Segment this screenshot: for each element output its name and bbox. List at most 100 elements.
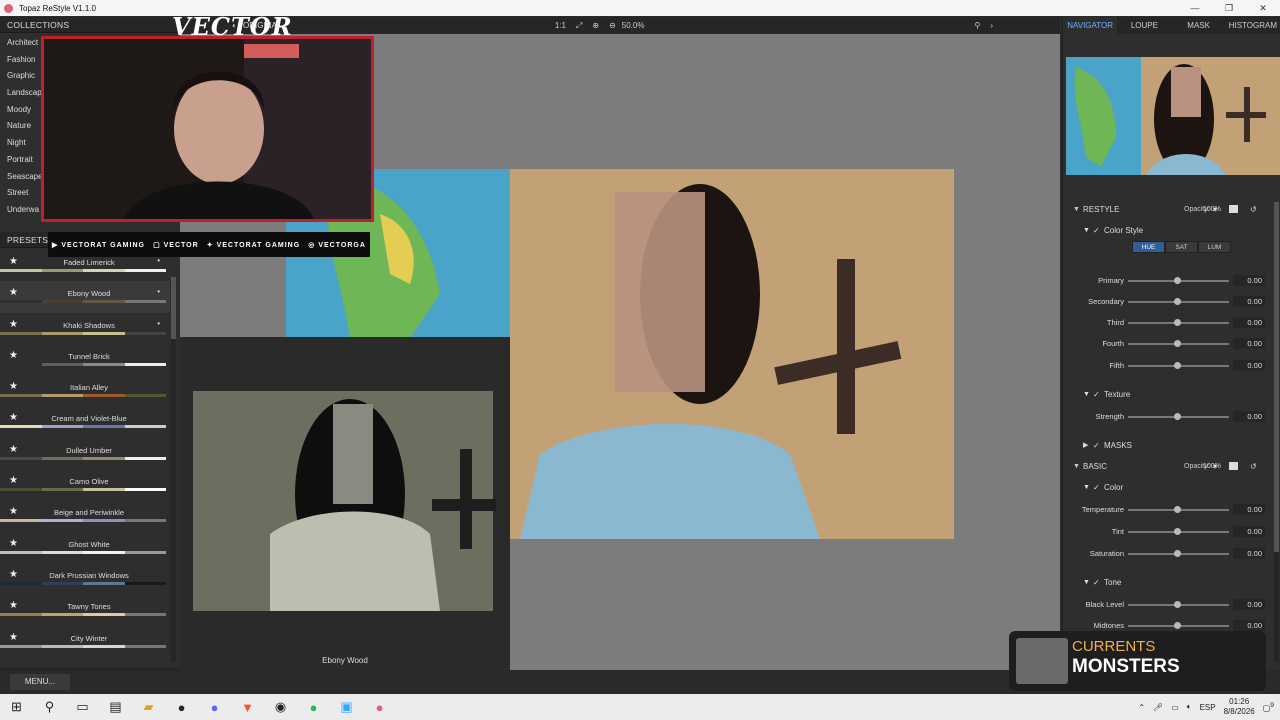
chevron-down-icon[interactable]: ▾	[1213, 462, 1217, 471]
app-icon[interactable]: ▤	[99, 694, 132, 720]
search-icon[interactable]: ⚲	[33, 694, 66, 720]
slider-knob[interactable]	[1174, 506, 1181, 513]
mask-toggle-icon[interactable]	[1229, 462, 1238, 470]
slider-value[interactable]: 0.00	[1233, 296, 1265, 307]
scroll-thumb[interactable]	[171, 277, 176, 339]
close-button[interactable]: ✕	[1246, 0, 1280, 16]
masks-section[interactable]: ▶ ✓ MASKS	[1083, 437, 1273, 453]
basic-section[interactable]: ▼ BASIC Opacity: 100% ▾ ↺	[1063, 457, 1273, 475]
notification-icon[interactable]: ▢9	[1263, 702, 1274, 713]
collections-header[interactable]: COLLECTIONS	[0, 17, 180, 33]
right-scrollbar[interactable]	[1274, 202, 1279, 662]
sat-button[interactable]: SAT	[1165, 241, 1198, 253]
slider-row[interactable]: Temperature 0.00	[1063, 503, 1273, 517]
favorite-star-icon[interactable]: ★	[9, 600, 18, 611]
task-view-icon[interactable]: ▭	[66, 694, 99, 720]
discord-icon[interactable]: ●	[198, 694, 231, 720]
slider-value[interactable]: 0.00	[1233, 338, 1265, 349]
slider-row[interactable]: Tint 0.00	[1063, 525, 1273, 539]
preset-item[interactable]: ★ Tunnel Brick	[0, 344, 170, 375]
fit-icon[interactable]: ⤢	[576, 21, 582, 31]
favorite-star-icon[interactable]: ★	[9, 569, 18, 580]
favorite-star-icon[interactable]: ★	[9, 632, 18, 643]
checkbox-icon[interactable]: ✓	[1093, 578, 1104, 587]
reset-icon[interactable]: ↺	[1250, 205, 1257, 214]
favorite-star-icon[interactable]: ★	[9, 538, 18, 549]
obs-icon[interactable]: ◉	[264, 694, 297, 720]
checkbox-icon[interactable]: ✓	[1093, 226, 1104, 235]
language-indicator[interactable]: ESP	[1200, 703, 1216, 712]
slider-row[interactable]: Fifth 0.00	[1063, 359, 1273, 373]
preset-item[interactable]: ★ Cream and Violet-Blue	[0, 406, 170, 437]
slider-value[interactable]: 0.00	[1233, 317, 1265, 328]
ratio-button[interactable]: 1:1	[555, 21, 566, 30]
tab-loupe[interactable]: LOUPE	[1117, 17, 1171, 34]
slider-knob[interactable]	[1174, 622, 1181, 629]
minimize-button[interactable]: —	[1178, 0, 1212, 16]
slider-value[interactable]: 0.00	[1233, 620, 1265, 631]
slider-knob[interactable]	[1174, 277, 1181, 284]
presets-scrollbar[interactable]	[171, 277, 176, 662]
photoshop-icon[interactable]: ▣	[330, 694, 363, 720]
chevron-right-icon[interactable]: ›	[990, 21, 993, 30]
tab-mask[interactable]: MASK	[1172, 17, 1226, 34]
folder-icon[interactable]: ▰	[132, 694, 165, 720]
collapse-icon[interactable]: ▼	[1083, 484, 1093, 491]
zoom-in-icon[interactable]: ⊕	[592, 21, 599, 30]
preset-item[interactable]: ★ Khaki Shadows •	[0, 313, 170, 344]
preset-item[interactable]: ★ Tawny Tones	[0, 594, 170, 625]
slider-value[interactable]: 0.00	[1233, 275, 1265, 286]
slider-row[interactable]: Secondary 0.00	[1063, 295, 1273, 309]
slider-row[interactable]: Black Level 0.00	[1063, 598, 1273, 612]
preset-item[interactable]: ★ Beige and Periwinkle	[0, 500, 170, 531]
favorite-star-icon[interactable]: ★	[9, 412, 18, 423]
favorite-star-icon[interactable]: ★	[9, 475, 18, 486]
zoom-out-icon[interactable]: ⊖	[609, 21, 616, 30]
color-section[interactable]: ▼ ✓ Color	[1083, 479, 1273, 495]
slider-knob[interactable]	[1174, 528, 1181, 535]
favorite-star-icon[interactable]: ★	[9, 256, 18, 267]
original-label[interactable]: ORIGINAL	[243, 21, 281, 30]
slider-value[interactable]: 0.00	[1233, 526, 1265, 537]
topaz-icon[interactable]: ●	[363, 694, 396, 720]
slider-knob[interactable]	[1174, 298, 1181, 305]
favorite-star-icon[interactable]: ★	[9, 381, 18, 392]
tab-histogram[interactable]: HISTOGRAM	[1226, 17, 1280, 34]
mic-icon[interactable]: 🎤︎	[1153, 703, 1163, 712]
menu-button[interactable]: MENU...	[10, 674, 70, 690]
favorite-star-icon[interactable]: ★	[9, 287, 18, 298]
checkbox-icon[interactable]: ✓	[1093, 441, 1104, 450]
chevron-up-icon[interactable]: ⌃	[1138, 703, 1145, 712]
collapse-icon[interactable]: ▼	[1073, 463, 1083, 470]
brave-icon[interactable]: ▼	[231, 694, 264, 720]
slider-knob[interactable]	[1174, 362, 1181, 369]
favorite-star-icon[interactable]: ★	[9, 506, 18, 517]
reset-icon[interactable]: ↺	[1250, 462, 1257, 471]
tab-navigator[interactable]: NAVIGATOR	[1063, 17, 1118, 34]
checkbox-icon[interactable]: ✓	[1093, 483, 1104, 492]
color-style-section[interactable]: ▼ ✓ Color Style	[1083, 222, 1273, 238]
favorite-star-icon[interactable]: ★	[9, 444, 18, 455]
slider-row[interactable]: Saturation 0.00	[1063, 547, 1273, 561]
slider-value[interactable]: 0.00	[1233, 411, 1265, 422]
preset-item[interactable]: ★ City Winter	[0, 626, 170, 648]
volume-icon[interactable]: 🔈︎	[1187, 702, 1192, 712]
collapse-icon[interactable]: ▼	[1073, 206, 1083, 213]
windows-start-icon[interactable]: ⊞	[0, 694, 33, 720]
favorite-star-icon[interactable]: ★	[9, 319, 18, 330]
slider-knob[interactable]	[1174, 550, 1181, 557]
checkbox-icon[interactable]: ✓	[1093, 390, 1104, 399]
slider-row[interactable]: Primary 0.00	[1063, 274, 1273, 288]
collapse-icon[interactable]: ▼	[1083, 227, 1093, 234]
strength-slider[interactable]: Strength 0.00	[1063, 410, 1273, 424]
preset-item[interactable]: ★ Dulled Umber	[0, 438, 170, 469]
spotify-icon[interactable]: ●	[297, 694, 330, 720]
slider-knob[interactable]	[1174, 601, 1181, 608]
expand-icon[interactable]: ▶	[1083, 441, 1093, 449]
lum-button[interactable]: LUM	[1198, 241, 1231, 253]
scroll-thumb[interactable]	[1274, 202, 1279, 552]
network-icon[interactable]: ▭	[1171, 703, 1179, 712]
tone-section[interactable]: ▼ ✓ Tone	[1083, 574, 1273, 590]
opacity-value[interactable]: 100%	[1203, 206, 1221, 213]
slider-value[interactable]: 0.00	[1233, 504, 1265, 515]
